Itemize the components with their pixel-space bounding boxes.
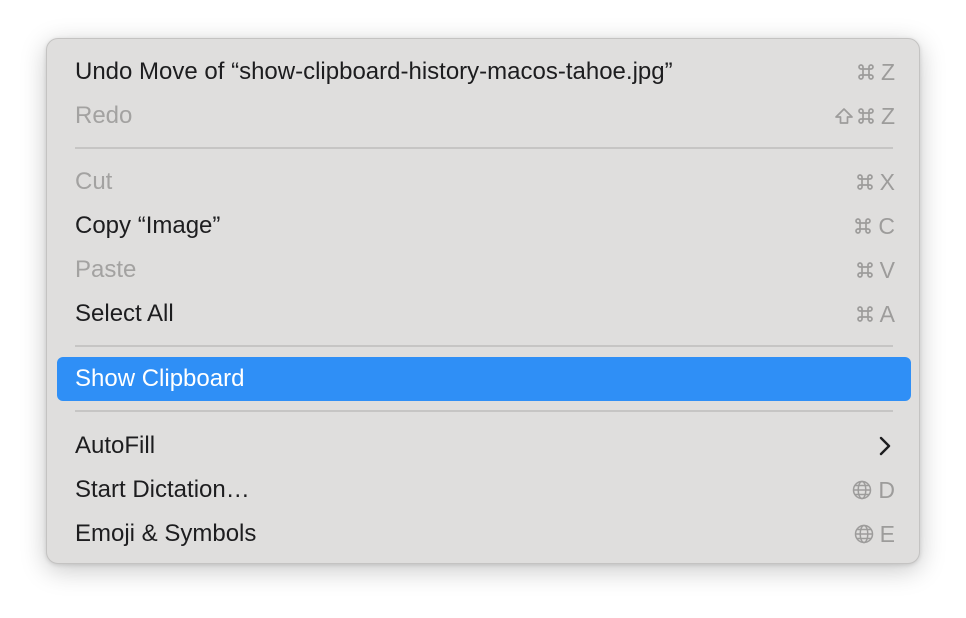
menu-item-label: Cut (75, 168, 113, 195)
menu-item-undo[interactable]: Undo Move of “show-clipboard-history-mac… (57, 50, 911, 94)
menu-item-label: AutoFill (75, 432, 156, 459)
shortcut-select-all: A (856, 292, 895, 336)
menu-item-show-clipboard[interactable]: Show Clipboard (57, 357, 911, 401)
shortcut-key: X (879, 169, 895, 195)
menu-item-label: Undo Move of “show-clipboard-history-mac… (75, 58, 673, 85)
shortcut-key: A (879, 301, 895, 327)
menu-item-label: Emoji & Symbols (75, 520, 257, 547)
menu-item-label: Redo (75, 102, 133, 129)
menu-item-label: Select All (75, 300, 174, 327)
menu-item-autofill[interactable]: AutoFill (57, 424, 911, 468)
menu-item-cut: Cut X (57, 160, 911, 204)
command-key-icon (856, 173, 874, 191)
chevron-right-icon (879, 424, 891, 468)
menu-item-emoji-symbols[interactable]: Emoji & Symbols E (57, 512, 911, 556)
menu-item-label: Show Clipboard (75, 365, 245, 392)
shortcut-redo: Z (834, 94, 895, 138)
shortcut-undo: Z (857, 50, 895, 94)
shortcut-emoji: E (854, 512, 895, 556)
menu-item-label: Paste (75, 256, 137, 283)
menu-item-select-all[interactable]: Select All A (57, 292, 911, 336)
shortcut-cut: X (856, 160, 895, 204)
shortcut-dictation: D (852, 468, 895, 512)
command-key-icon (854, 217, 872, 235)
command-key-icon (856, 305, 874, 323)
menu-item-label: Start Dictation… (75, 476, 250, 503)
command-key-icon (857, 63, 875, 81)
shortcut-paste: V (856, 248, 895, 292)
shortcut-key: V (879, 257, 895, 283)
menu-item-label: Copy “Image” (75, 212, 221, 239)
menu-item-start-dictation[interactable]: Start Dictation… D (57, 468, 911, 512)
command-key-icon (857, 107, 875, 125)
menu-item-paste: Paste V (57, 248, 911, 292)
shortcut-key: Z (880, 103, 895, 129)
shortcut-copy: C (854, 204, 895, 248)
command-key-icon (856, 261, 874, 279)
shift-key-icon (834, 107, 854, 125)
shortcut-key: C (878, 213, 895, 239)
menu-item-copy[interactable]: Copy “Image” C (57, 204, 911, 248)
menu-separator (75, 345, 893, 347)
edit-context-menu: Undo Move of “show-clipboard-history-mac… (46, 38, 920, 564)
menu-item-redo: Redo Z (57, 94, 911, 138)
shortcut-key: Z (880, 59, 895, 85)
shortcut-key: E (879, 521, 895, 547)
shortcut-key: D (878, 477, 895, 503)
menu-separator (75, 147, 893, 149)
menu-separator (75, 410, 893, 412)
globe-key-icon (852, 480, 872, 500)
globe-key-icon (854, 524, 874, 544)
